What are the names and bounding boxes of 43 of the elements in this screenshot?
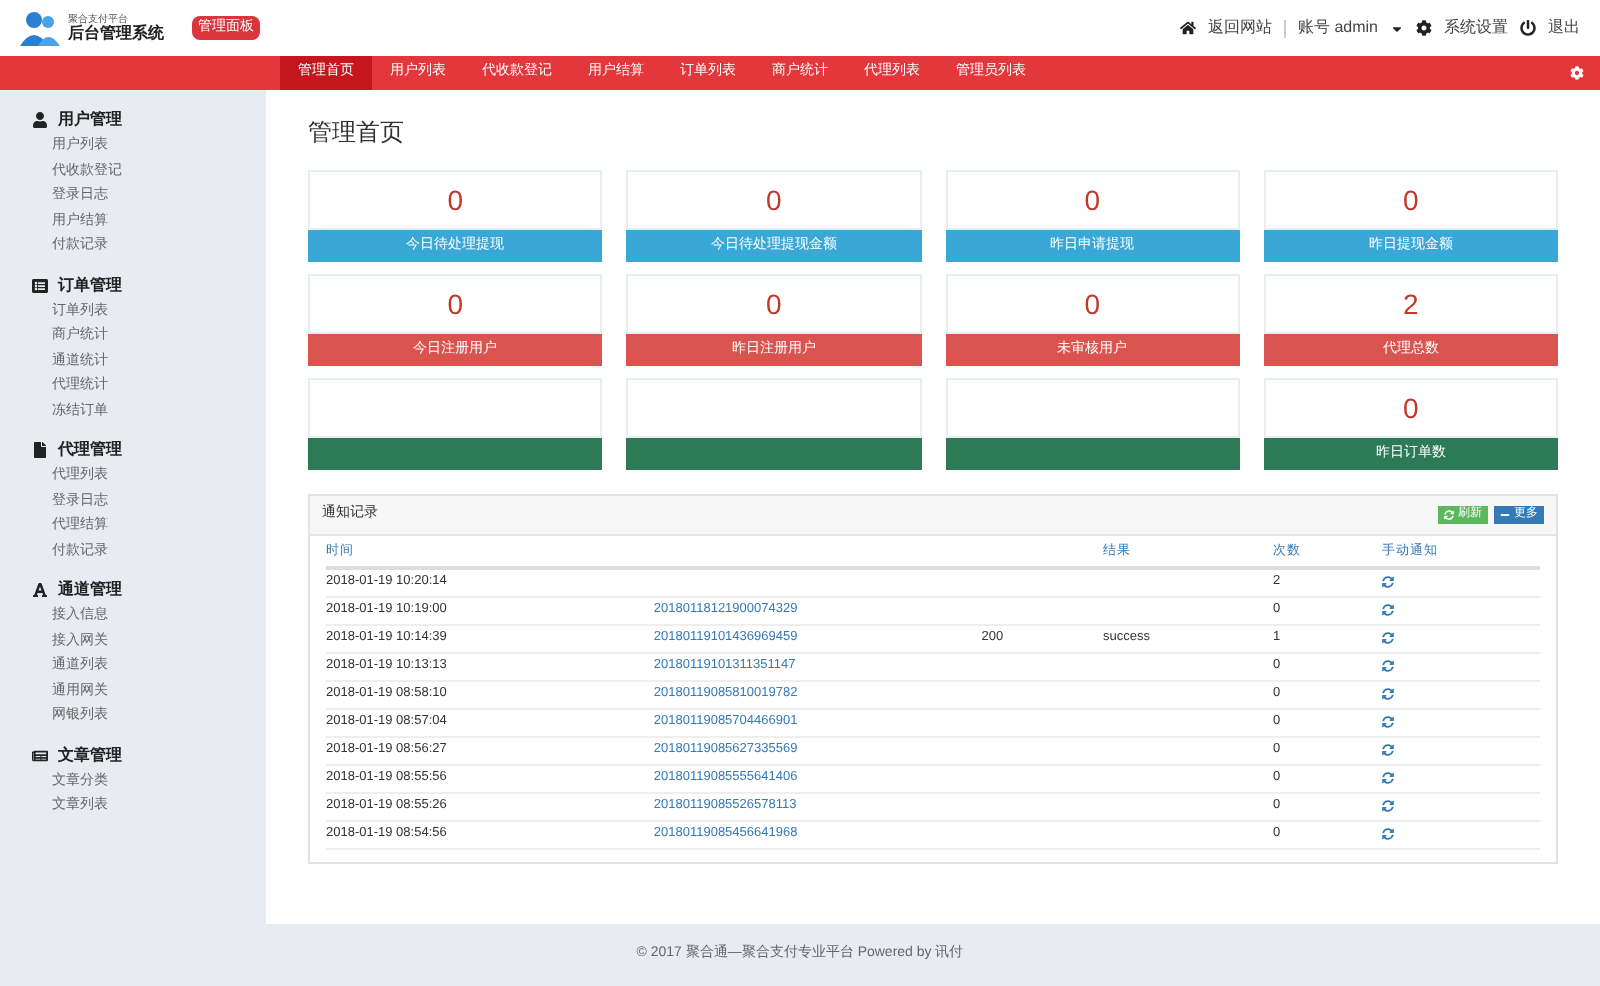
sidebar-group-title[interactable]: 代理管理 (58, 438, 122, 462)
group-icon (32, 582, 48, 598)
stat-card: 0 (626, 274, 921, 334)
settings-icon[interactable] (1570, 66, 1584, 80)
resend-icon[interactable] (1382, 716, 1395, 728)
resend-icon[interactable] (1382, 800, 1395, 812)
resend-icon[interactable] (1382, 576, 1395, 589)
logo-title: 后台管理系统 (68, 25, 164, 41)
stat-card: 0 (1263, 378, 1558, 438)
group-icon (32, 277, 48, 293)
header-link[interactable]: 返回网站 (1207, 16, 1272, 40)
minus-icon (1500, 510, 1510, 520)
resend-icon[interactable] (1382, 688, 1395, 700)
users-logo-icon (20, 10, 60, 46)
home-icon (1179, 20, 1196, 36)
refresh-icon (1444, 510, 1454, 520)
page-title: 管理首页 (308, 116, 406, 150)
resend-icon[interactable] (1382, 660, 1395, 672)
header-link[interactable]: 账号 admin (1297, 16, 1378, 40)
sidebar-group-title[interactable]: 通道管理 (58, 578, 122, 602)
stat-card: 0 (945, 274, 1240, 334)
stat-card: 0 (308, 170, 603, 230)
group-icon (32, 112, 48, 128)
power-icon (1520, 20, 1536, 36)
settings-icon (1416, 20, 1432, 36)
group-icon (32, 442, 48, 458)
stat-card: 0 (308, 274, 603, 334)
sidebar-group-title[interactable]: 文章管理 (58, 743, 122, 767)
caret-icon (1390, 21, 1404, 35)
group-icon (32, 747, 48, 763)
resend-icon[interactable] (1382, 772, 1395, 784)
stat-card: 0 (626, 170, 921, 230)
sidebar-group-title[interactable]: 用户管理 (58, 108, 122, 132)
header-link[interactable]: 系统设置 (1444, 16, 1508, 40)
stat-card: 0 (1263, 170, 1558, 230)
header-link[interactable]: 退出 (1548, 16, 1580, 40)
stat-card: 2 (1263, 274, 1558, 334)
resend-icon[interactable] (1382, 604, 1395, 616)
sidebar-group-title[interactable]: 订单管理 (58, 273, 122, 297)
resend-icon[interactable] (1382, 744, 1395, 756)
stat-card: 0 (945, 170, 1240, 230)
resend-icon[interactable] (1382, 828, 1395, 840)
resend-icon[interactable] (1382, 632, 1395, 644)
